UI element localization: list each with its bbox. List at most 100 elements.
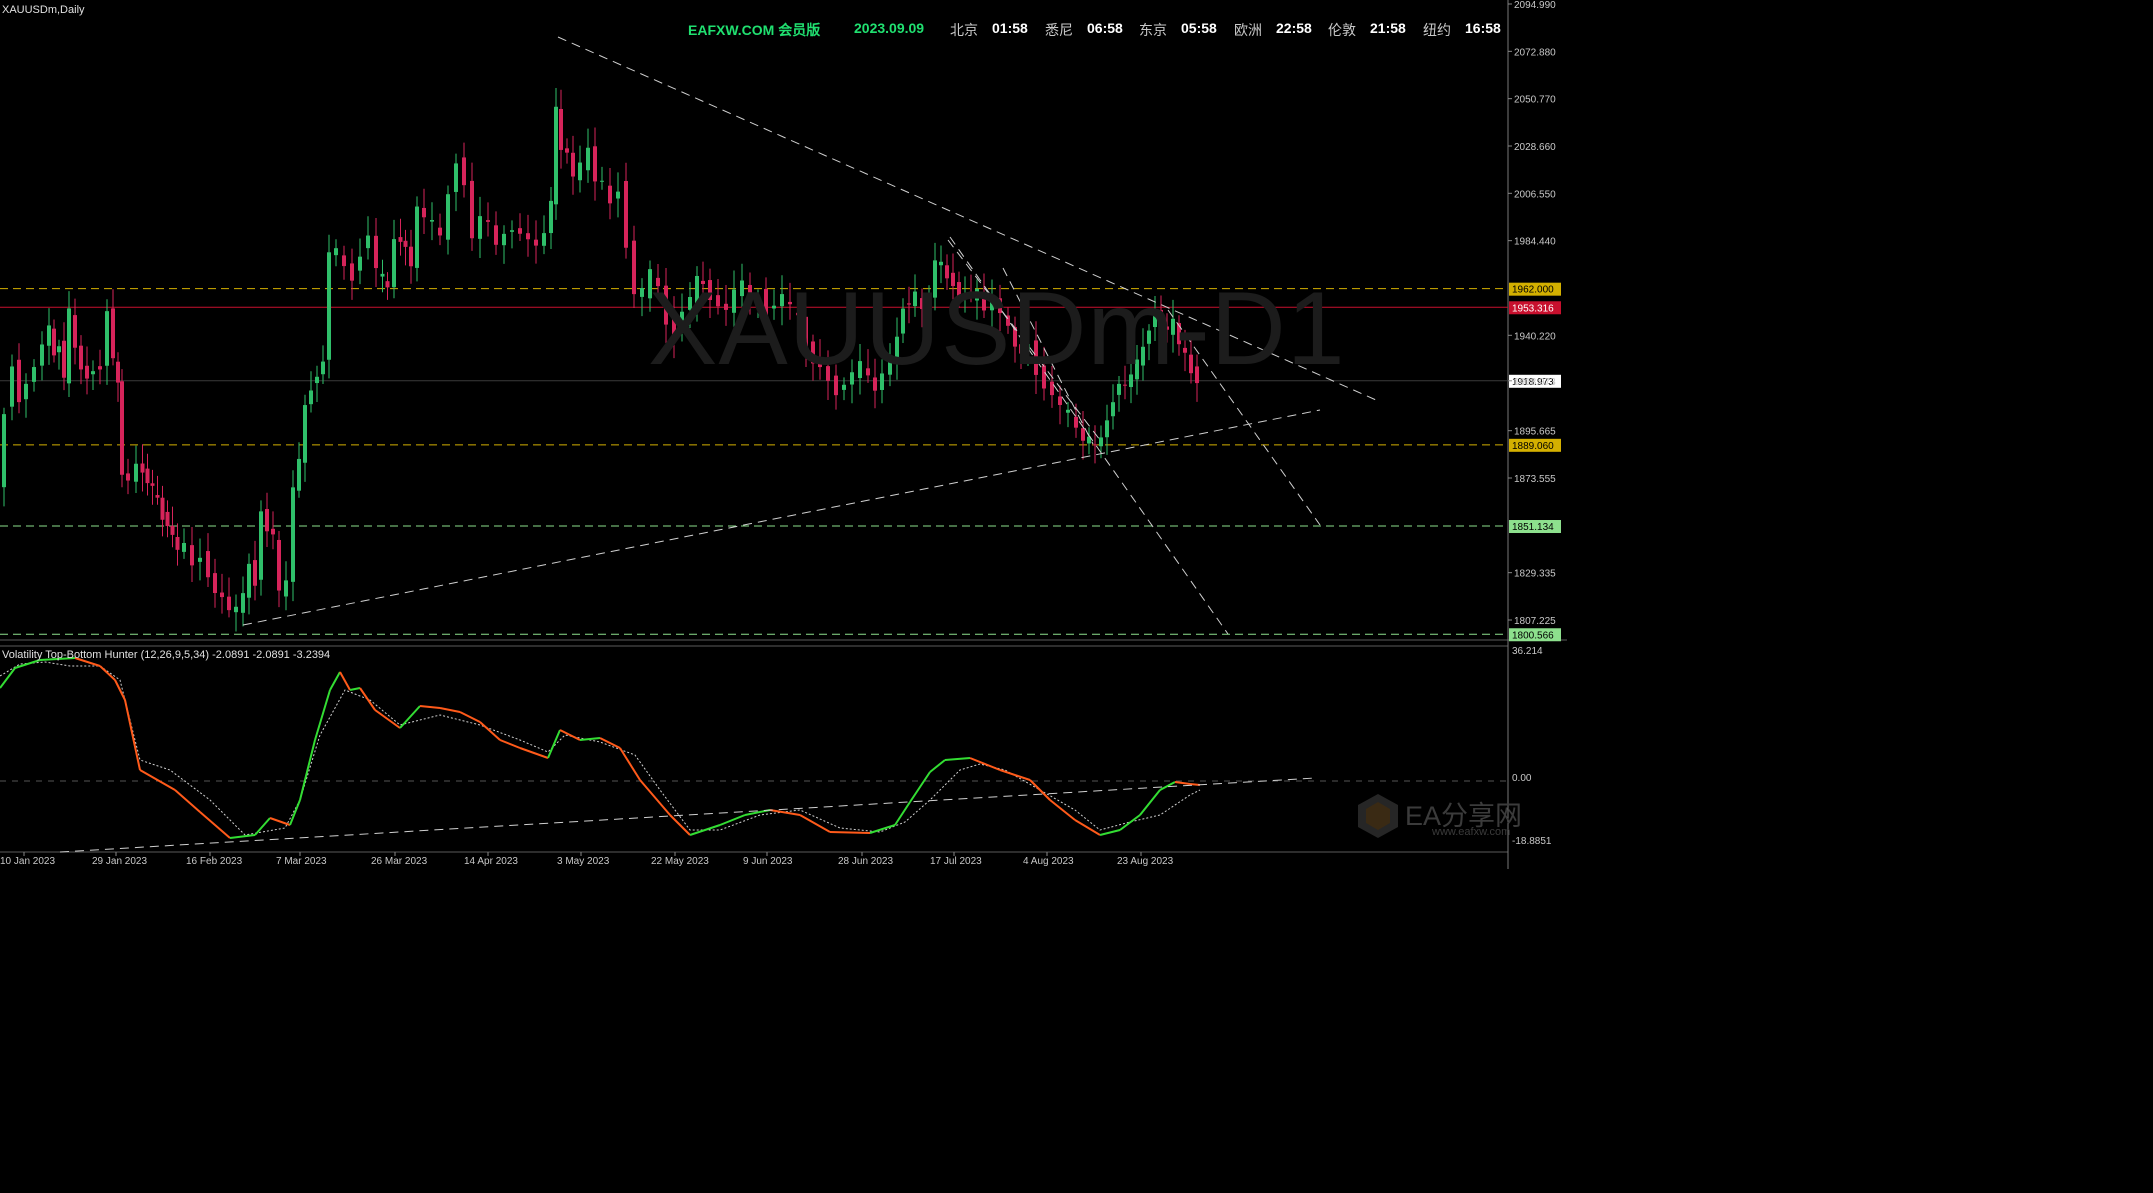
site-label: EAFXW.COM 会员版	[688, 22, 821, 38]
indicator-main-segment	[199, 811, 231, 839]
time-tick-label: 9 Jun 2023	[743, 856, 793, 867]
indicator-main-segment	[139, 769, 176, 791]
indicator-main-segment	[124, 699, 141, 771]
bear-candle	[170, 525, 175, 535]
bull-candle	[542, 233, 546, 246]
bull-candle	[358, 256, 362, 271]
bull-candle	[510, 230, 514, 232]
bear-candle	[79, 345, 83, 370]
indicator-main-segment	[349, 687, 361, 691]
bull-candle	[1066, 409, 1070, 413]
bull-candle	[366, 235, 370, 249]
time-tick-label: 7 Mar 2023	[276, 856, 327, 867]
level-price-label: 1851.134	[1512, 522, 1554, 533]
bear-candle	[126, 473, 130, 481]
indicator-axis-label: 0.00	[1512, 773, 1532, 784]
bull-candle	[24, 383, 28, 400]
bear-candle	[534, 239, 538, 246]
indicator-main-segment	[894, 801, 911, 826]
bear-candle	[213, 573, 217, 594]
bear-candle	[116, 361, 120, 383]
indicator-main-segment	[869, 824, 896, 834]
bull-candle	[10, 366, 14, 407]
price-tick-label: 1873.555	[1514, 474, 1556, 485]
bull-candle	[321, 361, 325, 375]
date-label: 2023.09.09	[854, 20, 925, 36]
bull-candle	[446, 194, 450, 240]
indicator-main-segment	[944, 757, 971, 761]
bull-candle	[309, 390, 313, 405]
price-tick-label: 1984.440	[1514, 237, 1556, 248]
bull-candle	[57, 346, 61, 353]
bear-candle	[1093, 444, 1097, 446]
indicator-main-segment	[547, 729, 561, 759]
time-tick-label: 22 May 2023	[651, 856, 709, 867]
indicator-main-segment	[499, 739, 521, 749]
indicator-main-segment	[374, 709, 401, 729]
time-tick-label: 29 Jan 2023	[92, 856, 147, 867]
price-tick-label: 2006.550	[1514, 189, 1556, 200]
indicator-main-segment	[114, 679, 126, 701]
bull-candle	[297, 458, 301, 491]
indicator-main-segment	[314, 689, 331, 741]
bull-candle	[392, 239, 396, 288]
brand-url: www.eafxw.com	[1432, 826, 1511, 838]
bear-candle	[85, 365, 89, 379]
bull-candle	[600, 180, 604, 182]
indicator-main-segment	[1074, 819, 1101, 836]
bear-candle	[470, 180, 474, 239]
bear-candle	[374, 235, 378, 269]
bear-candle	[342, 255, 346, 267]
bull-candle	[454, 163, 458, 192]
level-price-label: 1953.316	[1512, 303, 1554, 314]
bear-candle	[494, 225, 498, 245]
bull-candle	[259, 511, 263, 580]
bear-candle	[227, 596, 231, 611]
bear-candle	[265, 509, 269, 532]
indicator-main-segment	[1174, 781, 1191, 785]
clock-time: 22:58	[1276, 20, 1312, 36]
ea-logo-icon	[1358, 794, 1398, 838]
bear-candle	[160, 497, 165, 520]
indicator-main-segment	[999, 769, 1031, 781]
bear-candle	[462, 157, 466, 186]
bear-candle	[111, 308, 115, 359]
bull-candle	[247, 563, 251, 598]
indicator-main-segment	[829, 831, 871, 834]
bear-candle	[565, 148, 569, 153]
bear-candle	[518, 228, 522, 234]
clock-time: 06:58	[1087, 20, 1123, 36]
clock-city: 北京	[950, 22, 978, 38]
bear-candle	[165, 511, 170, 527]
symbol-title: XAUUSDm,Daily	[2, 4, 85, 16]
price-tick-label: 1829.335	[1514, 569, 1556, 580]
indicator-main-segment	[289, 799, 301, 826]
clock-time: 21:58	[1370, 20, 1406, 36]
bear-candle	[571, 152, 575, 177]
indicator-main-segment	[14, 659, 41, 669]
price-chart[interactable]: 1962.000 1953.316 1918.973 1889.060 1851.134…	[0, 0, 1567, 869]
bear-candle	[486, 220, 490, 222]
time-tick-label: 23 Aug 2023	[1117, 856, 1174, 867]
bull-candle	[1099, 437, 1103, 447]
bull-candle	[105, 311, 109, 366]
bull-candle	[327, 252, 331, 360]
bull-candle	[415, 206, 419, 268]
clock-city: 悉尼	[1045, 22, 1073, 38]
indicator-signal-line	[0, 661, 1201, 836]
chart-watermark: XAUUSDm-D1	[648, 271, 1346, 387]
time-tick-label: 10 Jan 2023	[0, 856, 55, 867]
bull-candle	[939, 261, 943, 266]
bull-candle	[198, 557, 202, 562]
bear-candle	[206, 551, 210, 578]
time-axis: 10 Jan 2023 29 Jan 2023 16 Feb 2023 7 Mar 2…	[0, 852, 1174, 867]
bear-candle	[350, 263, 354, 281]
bear-candle	[175, 537, 180, 550]
bull-candle	[334, 248, 338, 256]
bull-candle	[234, 606, 238, 613]
price-tick-label: 2094.990	[1514, 0, 1556, 11]
bear-candle	[52, 328, 56, 356]
bull-candle	[1111, 402, 1115, 417]
indicator-main-segment	[359, 687, 376, 711]
level-price-label: 1800.566	[1512, 630, 1554, 641]
